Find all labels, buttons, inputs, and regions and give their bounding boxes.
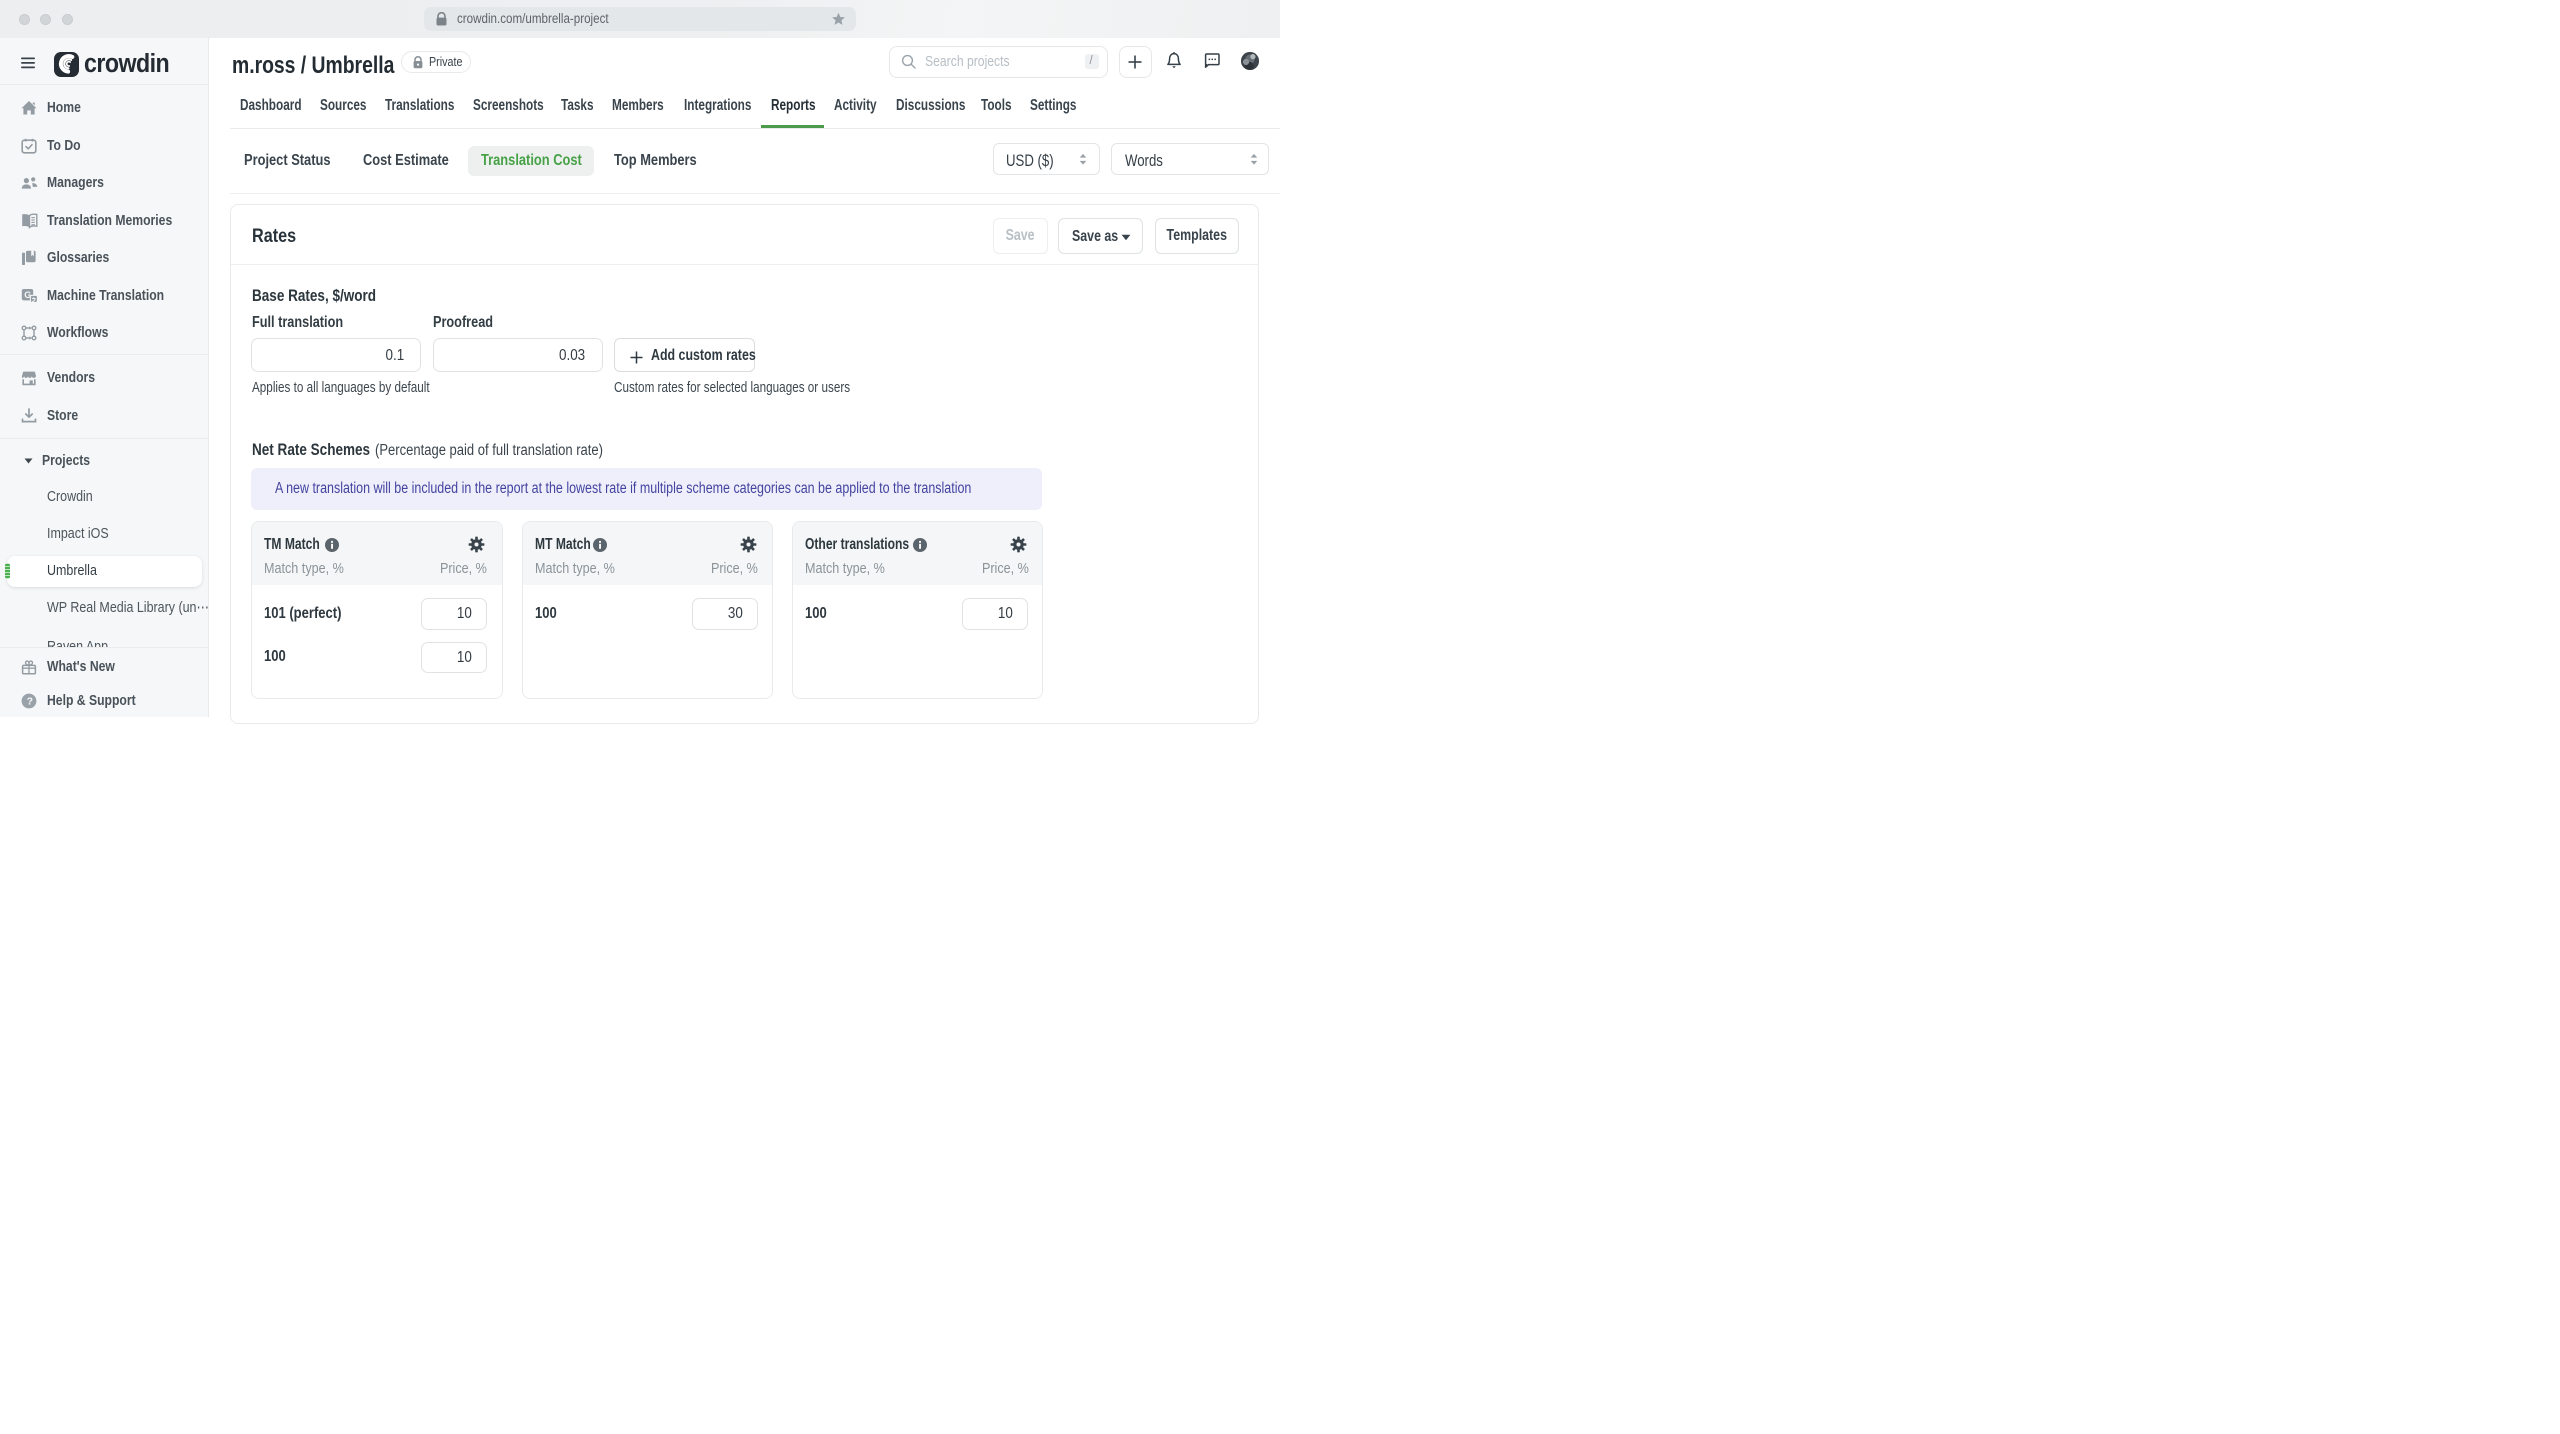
svg-text:?: ?	[27, 695, 33, 707]
